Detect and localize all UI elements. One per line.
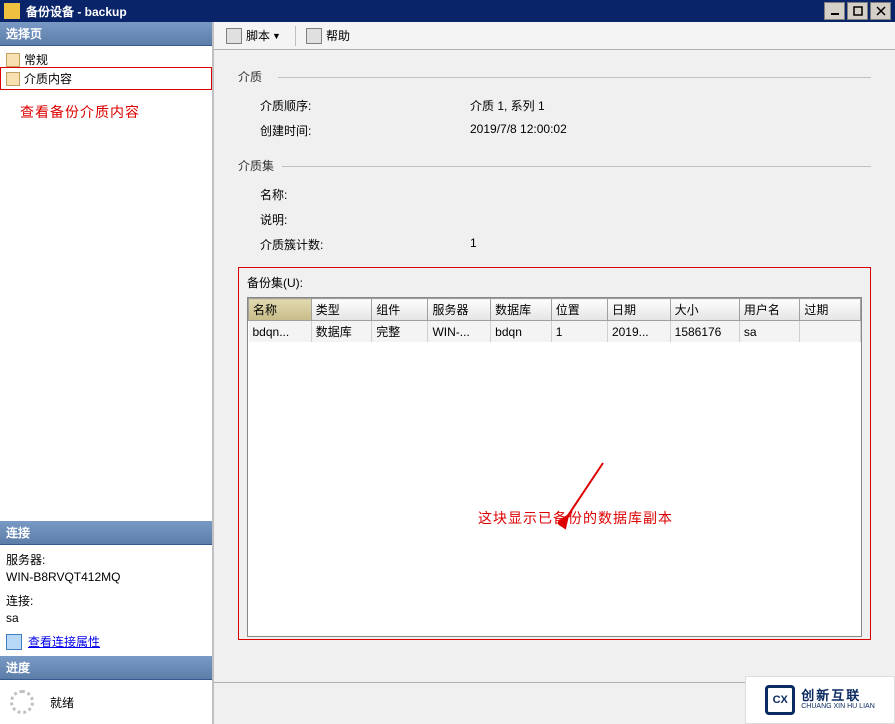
mediaset-group-title: 介质集	[238, 157, 871, 174]
cell-name: bdqn...	[249, 321, 312, 343]
col-type[interactable]: 类型	[311, 299, 372, 321]
close-button[interactable]	[870, 2, 891, 20]
media-created-label: 创建时间:	[260, 122, 470, 139]
col-server[interactable]: 服务器	[428, 299, 491, 321]
dropdown-arrow-icon: ▼	[272, 31, 281, 41]
tree-item-general[interactable]: 常规	[2, 50, 210, 69]
media-created-row: 创建时间: 2019/7/8 12:00:02	[238, 118, 871, 143]
cell-date: 2019...	[607, 321, 670, 343]
window-buttons	[824, 2, 891, 20]
cell-size: 1586176	[670, 321, 739, 343]
watermark-logo: CX 创新互联 CHUANG XIN HU LIAN	[745, 676, 895, 724]
toolbar-separator	[295, 26, 296, 46]
mediaset-family-value: 1	[470, 236, 871, 253]
mediaset-desc-value	[470, 211, 871, 228]
window-title: 备份设备 - backup	[26, 3, 824, 20]
backupset-annotation: 这块显示已备份的数据库副本	[478, 508, 673, 528]
cell-user: sa	[739, 321, 800, 343]
cell-server: WIN-...	[428, 321, 491, 343]
connection-header: 连接	[0, 521, 212, 545]
table-row[interactable]: bdqn... 数据库 完整 WIN-... bdqn 1 2019... 15…	[249, 321, 861, 343]
mediaset-desc-row: 说明:	[238, 207, 871, 232]
mediaset-family-label: 介质簇计数:	[260, 236, 470, 253]
view-connection-properties[interactable]: 查看连接属性	[6, 633, 206, 650]
cell-component: 完整	[372, 321, 428, 343]
page-icon	[6, 53, 20, 67]
script-button[interactable]: 脚本 ▼	[222, 25, 285, 46]
watermark-text: 创新互联 CHUANG XIN HU LIAN	[801, 689, 875, 711]
col-size[interactable]: 大小	[670, 299, 739, 321]
help-icon	[306, 28, 322, 44]
cell-position: 1	[551, 321, 607, 343]
cell-type: 数据库	[311, 321, 372, 343]
col-user[interactable]: 用户名	[739, 299, 800, 321]
col-database[interactable]: 数据库	[491, 299, 552, 321]
backupset-table: 名称 类型 组件 服务器 数据库 位置 日期 大小 用户名 过期	[248, 298, 861, 342]
help-button[interactable]: 帮助	[302, 25, 354, 46]
connection-link-text: 查看连接属性	[28, 633, 100, 650]
right-pane: 脚本 ▼ 帮助 介质 介质顺序: 介质 1, 系列 1 创建时间: 2019/7…	[214, 22, 895, 724]
mediaset-desc-label: 说明:	[260, 211, 470, 228]
help-label: 帮助	[326, 27, 350, 44]
progress-spinner-icon	[10, 690, 34, 714]
server-label: 服务器:	[6, 551, 206, 568]
connection-value: sa	[6, 611, 206, 625]
table-header-row: 名称 类型 组件 服务器 数据库 位置 日期 大小 用户名 过期	[249, 299, 861, 321]
tree-item-label: 常规	[24, 51, 48, 68]
progress-block: 就绪	[0, 680, 212, 724]
connection-label: 连接:	[6, 592, 206, 609]
watermark-icon: CX	[765, 685, 795, 715]
media-created-value: 2019/7/8 12:00:02	[470, 122, 871, 139]
cell-database: bdqn	[491, 321, 552, 343]
script-label: 脚本	[246, 27, 270, 44]
progress-status: 就绪	[50, 694, 74, 711]
page-icon	[6, 72, 20, 86]
script-icon	[226, 28, 242, 44]
media-order-value: 介质 1, 系列 1	[470, 97, 871, 114]
media-order-label: 介质顺序:	[260, 97, 470, 114]
server-value: WIN-B8RVQT412MQ	[6, 570, 206, 584]
col-expire[interactable]: 过期	[800, 299, 861, 321]
col-date[interactable]: 日期	[607, 299, 670, 321]
backupset-grid[interactable]: 名称 类型 组件 服务器 数据库 位置 日期 大小 用户名 过期	[247, 297, 862, 637]
col-component[interactable]: 组件	[372, 299, 428, 321]
page-tree: 常规 介质内容	[0, 46, 212, 92]
mediaset-family-row: 介质簇计数: 1	[238, 232, 871, 257]
select-page-header: 选择页	[0, 22, 212, 46]
annotation-text: 查看备份介质内容	[20, 102, 192, 122]
properties-icon	[6, 634, 22, 650]
mediaset-name-label: 名称:	[260, 186, 470, 203]
col-name[interactable]: 名称	[249, 299, 312, 321]
connection-block: 服务器: WIN-B8RVQT412MQ 连接: sa 查看连接属性	[0, 545, 212, 656]
tree-item-label: 介质内容	[24, 70, 72, 87]
backupset-label: 备份集(U):	[247, 274, 862, 291]
backupset-box: 备份集(U): 名称 类型 组件 服务器 数据库	[238, 267, 871, 640]
progress-header: 进度	[0, 656, 212, 680]
minimize-button[interactable]	[824, 2, 845, 20]
left-pane: 选择页 常规 介质内容 查看备份介质内容 连接 服务器: WIN-B8RVQT4…	[0, 22, 214, 724]
media-group-title: 介质	[238, 68, 871, 85]
mediaset-name-row: 名称:	[238, 182, 871, 207]
tree-item-media-content[interactable]: 介质内容	[2, 69, 210, 88]
cell-expire	[800, 321, 861, 343]
col-position[interactable]: 位置	[551, 299, 607, 321]
media-order-row: 介质顺序: 介质 1, 系列 1	[238, 93, 871, 118]
content-area: 介质 介质顺序: 介质 1, 系列 1 创建时间: 2019/7/8 12:00…	[214, 50, 895, 682]
maximize-button[interactable]	[847, 2, 868, 20]
toolbar: 脚本 ▼ 帮助	[214, 22, 895, 50]
app-icon	[4, 3, 20, 19]
window-titlebar: 备份设备 - backup	[0, 0, 895, 22]
mediaset-name-value	[470, 186, 871, 203]
